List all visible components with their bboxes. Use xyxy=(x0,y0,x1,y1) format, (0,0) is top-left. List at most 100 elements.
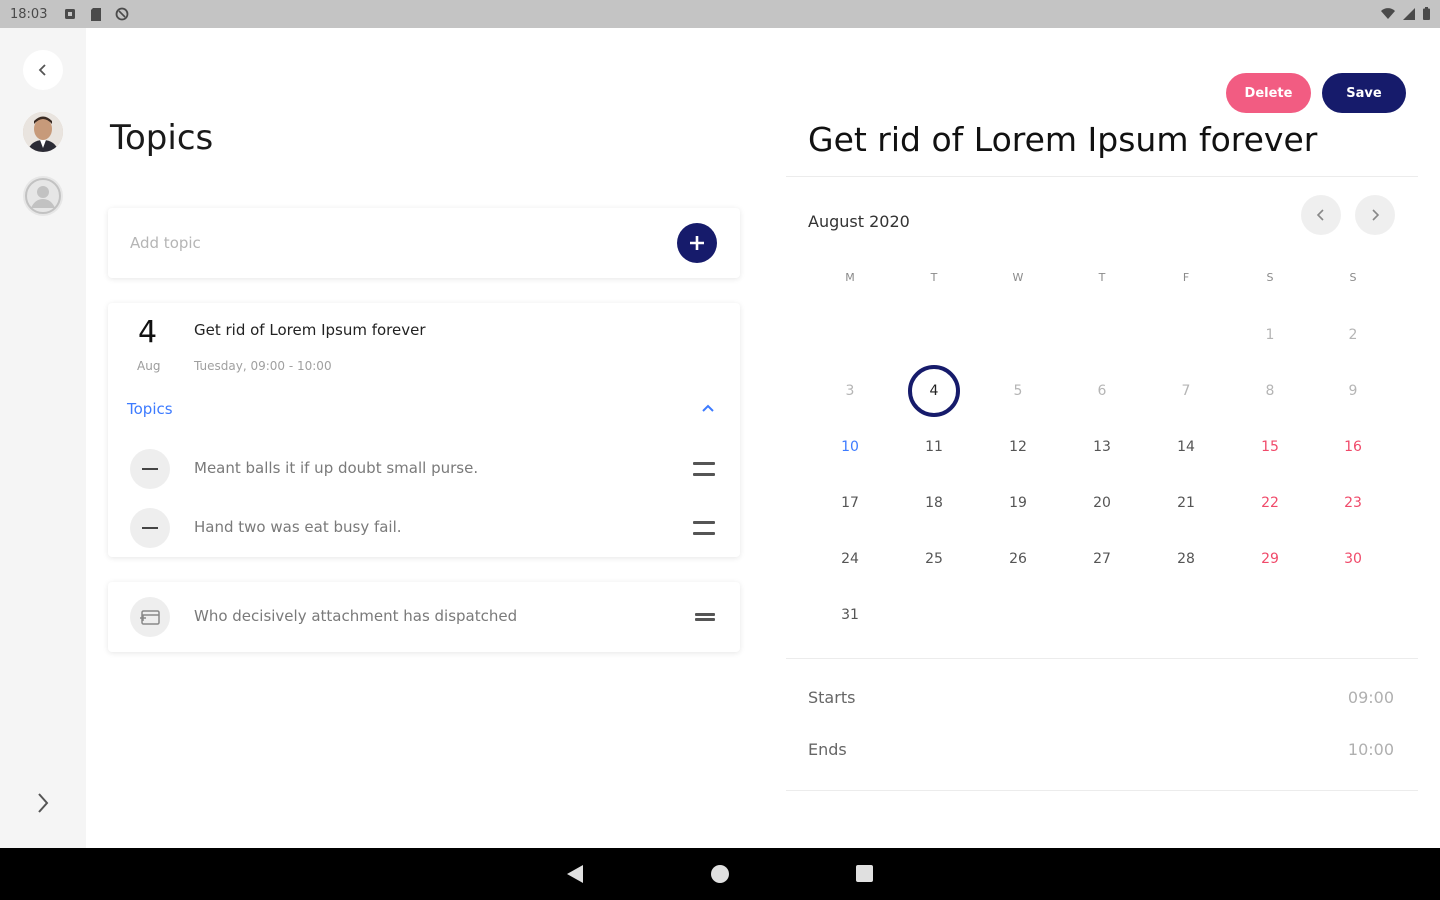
chevron-up-icon xyxy=(702,404,714,412)
calendar-day[interactable]: 25 xyxy=(914,539,954,579)
starts-time-value[interactable]: 09:00 xyxy=(1348,688,1394,707)
status-time: 18:03 xyxy=(10,6,48,22)
calendar-day[interactable]: 16 xyxy=(1333,427,1373,467)
calendar-day[interactable]: 30 xyxy=(1333,539,1373,579)
system-back-button[interactable] xyxy=(566,864,584,888)
calendar-day[interactable]: 29 xyxy=(1250,539,1290,579)
schedule-topic-button[interactable] xyxy=(130,597,170,637)
calendar-day[interactable]: 20 xyxy=(1082,483,1122,523)
page-title: Topics xyxy=(110,118,214,158)
chevron-right-icon xyxy=(1372,209,1380,221)
topic-text: Who decisively attachment has dispatched xyxy=(194,607,518,625)
triangle-back-icon xyxy=(567,865,583,883)
avatar[interactable] xyxy=(23,112,63,152)
weekday-label: W xyxy=(1012,271,1024,284)
calendar-day[interactable]: 26 xyxy=(998,539,1038,579)
calendar-day[interactable]: 22 xyxy=(1250,483,1290,523)
calendar-day[interactable]: 2 xyxy=(1333,315,1373,355)
notification-icon xyxy=(63,7,77,21)
ends-label: Ends xyxy=(808,740,847,759)
status-bar: 18:03 xyxy=(0,0,1440,28)
add-topic-card xyxy=(108,208,740,278)
calendar-day[interactable]: 19 xyxy=(998,483,1038,523)
save-button[interactable]: Save xyxy=(1322,73,1406,113)
ends-time-value[interactable]: 10:00 xyxy=(1348,740,1394,759)
calendar-day[interactable]: 6 xyxy=(1082,371,1122,411)
next-month-button[interactable] xyxy=(1355,195,1395,235)
calendar-day[interactable]: 7 xyxy=(1166,371,1206,411)
system-recents-button[interactable] xyxy=(856,865,873,882)
divider xyxy=(786,790,1418,791)
system-nav-bar xyxy=(0,848,1440,900)
chevron-right-icon xyxy=(38,793,49,813)
topic-text: Meant balls it if up doubt small purse. xyxy=(194,459,479,477)
calendar-day[interactable]: 12 xyxy=(998,427,1038,467)
topic-text: Hand two was eat busy fail. xyxy=(194,518,402,536)
calendar-day[interactable]: 10 xyxy=(830,427,870,467)
remove-topic-button[interactable] xyxy=(130,449,170,489)
calendar-day[interactable]: 23 xyxy=(1333,483,1373,523)
list-item: Meant balls it if up doubt small purse. xyxy=(108,444,740,494)
calendar-day[interactable]: 18 xyxy=(914,483,954,523)
calendar-day[interactable]: 8 xyxy=(1250,371,1290,411)
weekday-label: F xyxy=(1182,271,1190,284)
chevron-left-icon xyxy=(1316,209,1324,221)
calendar-day[interactable]: 11 xyxy=(914,427,954,467)
signal-icon xyxy=(1403,5,1415,24)
unscheduled-topic-card[interactable]: Who decisively attachment has dispatched xyxy=(108,582,740,652)
calendar-add-icon xyxy=(140,610,160,625)
divider xyxy=(786,176,1418,177)
calendar-day[interactable]: 31 xyxy=(830,595,870,635)
calendar-day[interactable]: 1 xyxy=(1250,315,1290,355)
calendar-month-label: August 2020 xyxy=(808,212,910,231)
divider xyxy=(786,658,1418,659)
calendar-day[interactable]: 17 xyxy=(830,483,870,523)
back-button[interactable] xyxy=(23,50,63,90)
previous-month-button[interactable] xyxy=(1301,195,1341,235)
weekday-label: T xyxy=(1098,271,1106,284)
drag-handle-icon[interactable] xyxy=(693,462,715,476)
calendar-day[interactable]: 15 xyxy=(1250,427,1290,467)
calendar-day[interactable]: 9 xyxy=(1333,371,1373,411)
event-title: Get rid of Lorem Ipsum forever xyxy=(194,321,426,339)
calendar-day[interactable]: 24 xyxy=(830,539,870,579)
side-rail xyxy=(0,28,86,848)
sd-card-icon xyxy=(89,7,103,21)
calendar-day[interactable]: 28 xyxy=(1166,539,1206,579)
calendar-day[interactable]: 27 xyxy=(1082,539,1122,579)
event-day: 4 xyxy=(138,315,158,350)
event-detail-title: Get rid of Lorem Ipsum forever xyxy=(808,120,1318,159)
system-home-button[interactable] xyxy=(711,865,729,883)
starts-label: Starts xyxy=(808,688,856,707)
calendar-day[interactable]: 4 xyxy=(908,365,960,417)
event-month: Aug xyxy=(137,359,161,373)
chevron-left-icon xyxy=(38,64,46,76)
calendar-day[interactable]: 5 xyxy=(998,371,1038,411)
event-card[interactable]: 4 Aug Get rid of Lorem Ipsum forever Tue… xyxy=(108,303,740,557)
calendar-day[interactable]: 13 xyxy=(1082,427,1122,467)
user-placeholder-button[interactable] xyxy=(23,176,63,216)
drag-handle-icon[interactable] xyxy=(695,613,715,621)
battery-icon xyxy=(1423,5,1430,24)
add-topic-input[interactable] xyxy=(130,230,650,256)
sync-icon xyxy=(115,7,129,21)
collapse-topics-button[interactable] xyxy=(698,400,718,416)
plus-icon xyxy=(690,236,704,250)
delete-button[interactable]: Delete xyxy=(1226,73,1311,113)
weekday-label: S xyxy=(1349,271,1357,284)
calendar-day[interactable]: 3 xyxy=(830,371,870,411)
minus-icon xyxy=(142,468,158,470)
remove-topic-button[interactable] xyxy=(130,508,170,548)
event-topics-toggle[interactable]: Topics xyxy=(127,400,173,418)
event-time: Tuesday, 09:00 - 10:00 xyxy=(194,359,332,373)
user-icon xyxy=(25,178,61,214)
drag-handle-icon[interactable] xyxy=(693,521,715,535)
wifi-icon xyxy=(1381,5,1395,24)
add-topic-button[interactable] xyxy=(677,223,717,263)
weekday-label: S xyxy=(1266,271,1274,284)
list-item: Hand two was eat busy fail. xyxy=(108,503,740,553)
expand-rail-button[interactable] xyxy=(28,788,58,818)
weekday-label: T xyxy=(930,271,938,284)
calendar-day[interactable]: 21 xyxy=(1166,483,1206,523)
calendar-day[interactable]: 14 xyxy=(1166,427,1206,467)
